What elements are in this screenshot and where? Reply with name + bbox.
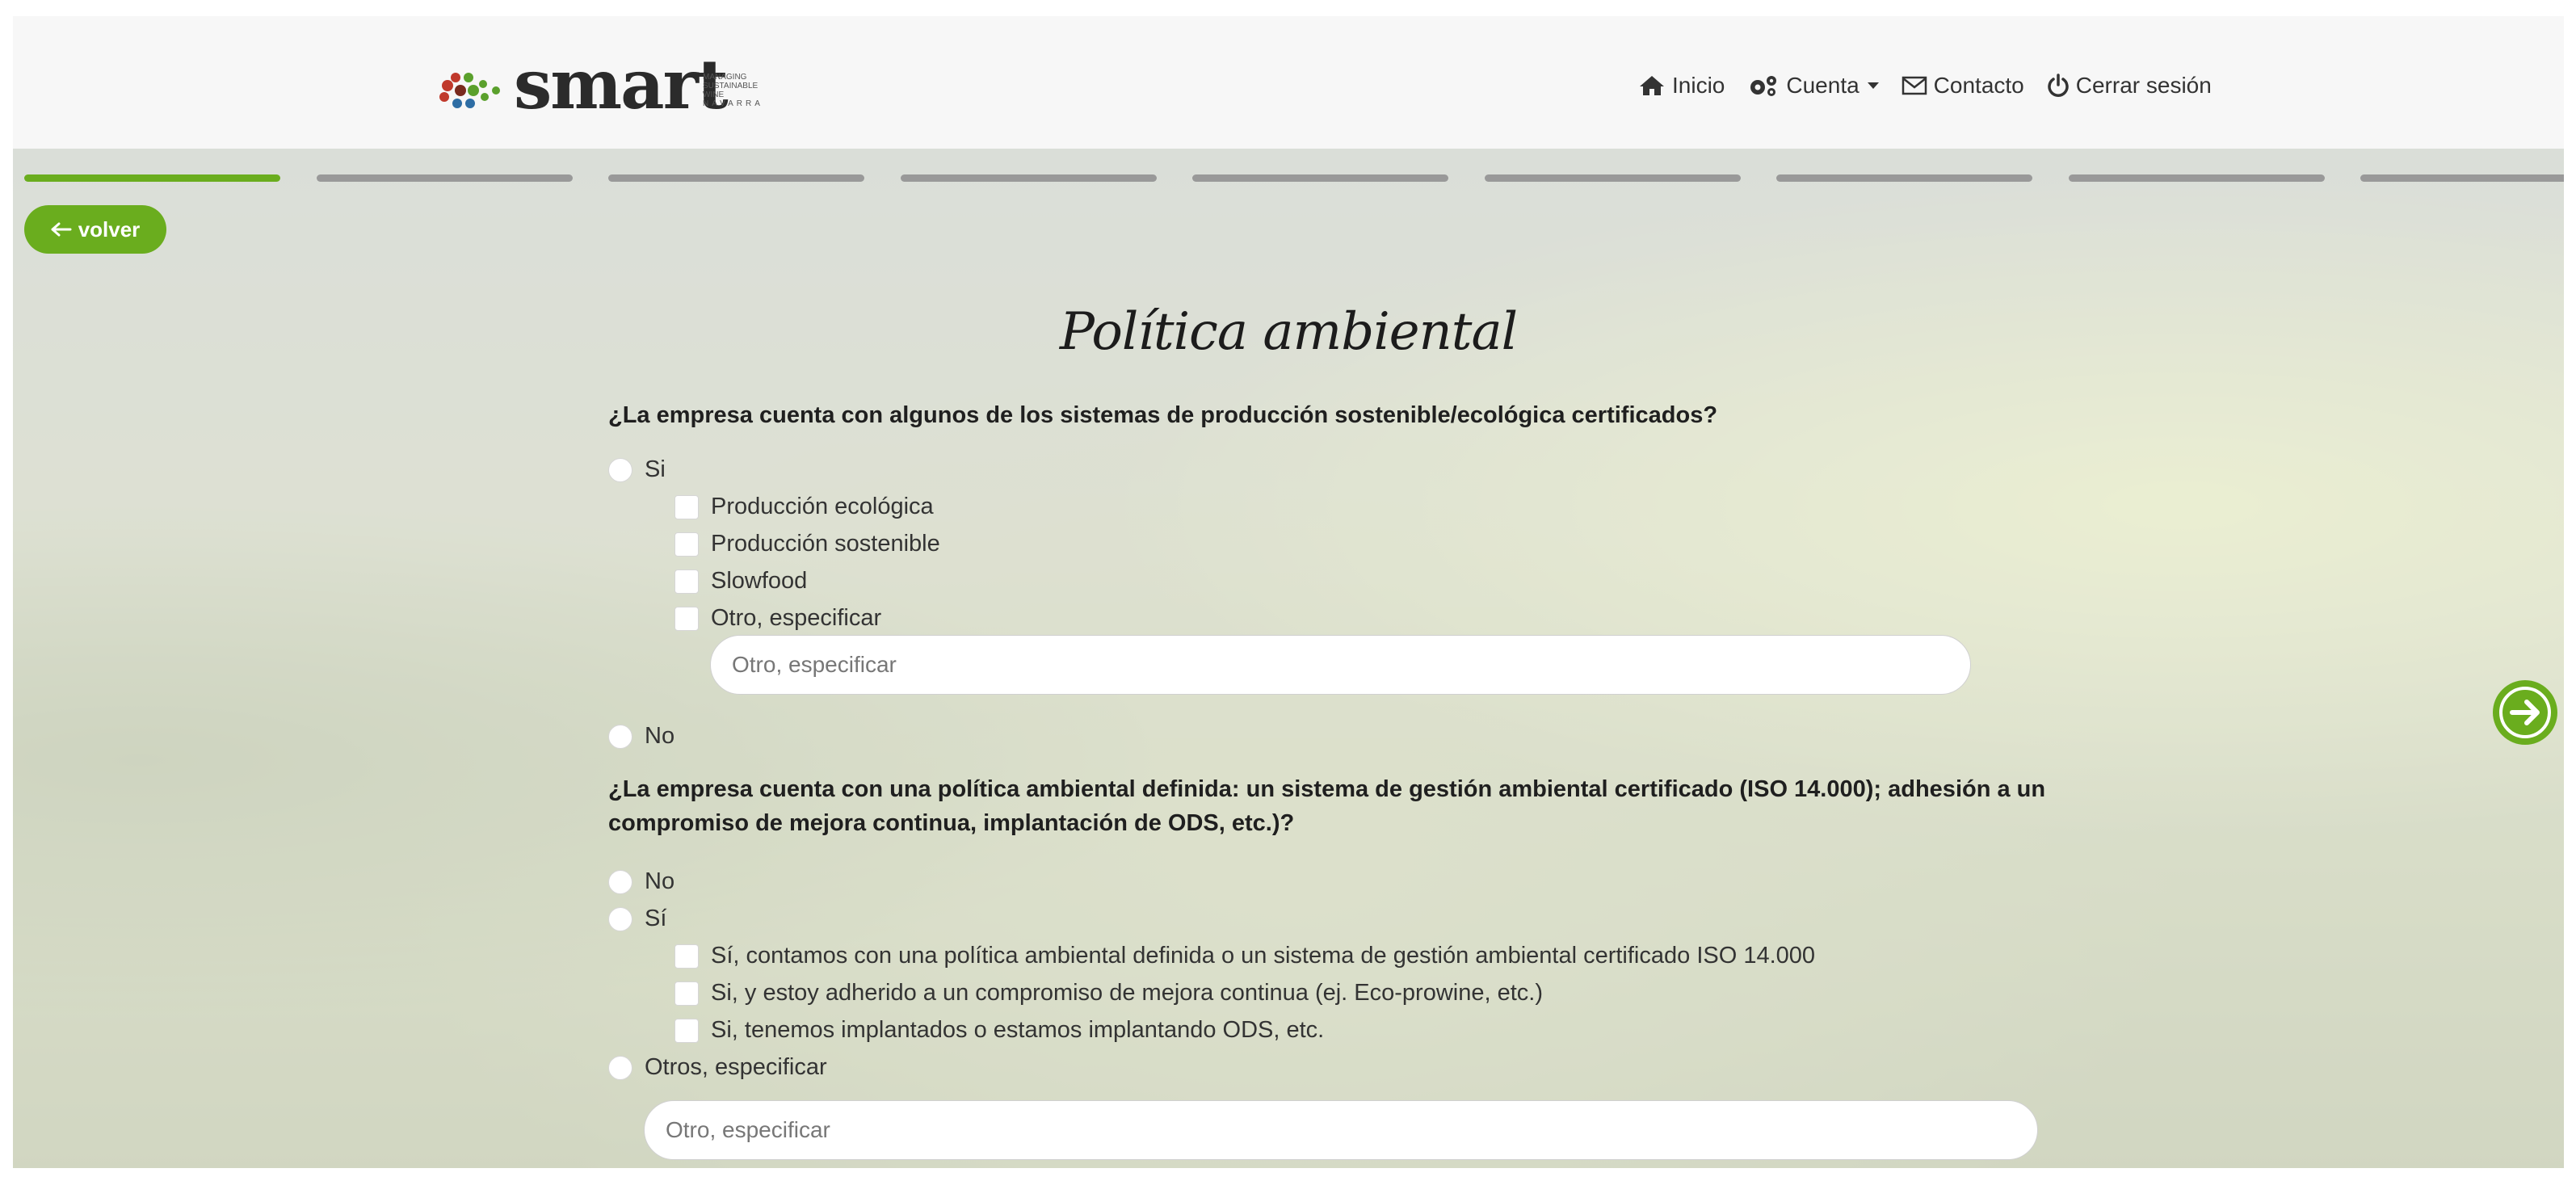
nav-item-cerrar-sesion[interactable]: Cerrar sesión (2047, 73, 2212, 99)
progress-step (2069, 174, 2325, 182)
option-label: Si, tenemos implantados o estamos implan… (711, 1017, 1325, 1043)
option-label: Otro, especificar (711, 605, 882, 631)
form-background: volver Política ambiental ¿La empresa cu… (13, 149, 2564, 1168)
option-label: Si (645, 456, 666, 482)
progress-step-active (24, 174, 280, 182)
radio-button[interactable] (608, 906, 632, 931)
progress-step (1776, 174, 2032, 182)
logo-wordmark: smart (514, 44, 729, 124)
checkbox[interactable] (674, 944, 699, 969)
nav-item-label: Contacto (1933, 73, 2024, 98)
progress-step (317, 174, 573, 182)
q2-option-no[interactable]: No (608, 868, 674, 895)
checkbox[interactable] (674, 494, 699, 519)
option-label: Sí (645, 906, 667, 931)
option-label: Otros, especificar (645, 1054, 827, 1080)
back-button[interactable]: volver (24, 205, 166, 254)
q1-check-slowfood[interactable]: Slowfood (674, 568, 807, 595)
q1-check-produccion-sostenible[interactable]: Producción sostenible (674, 531, 940, 557)
q2-option-si[interactable]: Sí (608, 906, 666, 932)
nav-item-inicio[interactable]: Inicio (1638, 73, 1725, 99)
progress-step (608, 174, 864, 182)
q1-check-produccion-ecologica[interactable]: Producción ecológica (674, 494, 934, 520)
nav-item-label: Inicio (1672, 73, 1725, 98)
arrow-right-circle-icon (2499, 687, 2551, 738)
radio-button[interactable] (608, 1055, 632, 1080)
progress-step (1192, 174, 1448, 182)
checkbox[interactable] (674, 981, 699, 1006)
checkbox[interactable] (674, 606, 699, 631)
nav-item-label: Cuenta (1786, 73, 1860, 98)
option-label: Sí, contamos con una política ambiental … (711, 943, 1816, 969)
app-frame: smart MANAGING SUSTAINABLE WINE NAVARRA … (13, 16, 2564, 1168)
q1-check-otro[interactable]: Otro, especificar (674, 605, 881, 632)
nav-item-label: Cerrar sesión (2075, 73, 2212, 98)
nav-menu: Inicio Cuenta Contacto Cerrar sesión (1638, 63, 2212, 108)
envelope-icon (1902, 76, 1927, 95)
nav-item-cuenta[interactable]: Cuenta (1747, 73, 1879, 99)
top-navbar: smart MANAGING SUSTAINABLE WINE NAVARRA … (13, 16, 2564, 149)
option-label: No (645, 723, 675, 749)
radio-button[interactable] (608, 457, 632, 482)
grape-flower-icon (439, 73, 500, 108)
q1-option-si[interactable]: Si (608, 456, 666, 483)
tagline-line: SUSTAINABLE (703, 82, 759, 90)
q2-other-input[interactable] (644, 1100, 2038, 1160)
tagline-line: NAVARRA (703, 99, 763, 108)
question-text-line: compromiso de mejora continua, implantac… (608, 810, 1295, 836)
q2-check-ods[interactable]: Si, tenemos implantados o estamos implan… (674, 1017, 1324, 1044)
option-label: Slowfood (711, 568, 808, 594)
option-label: Si, y estoy adherido a un compromiso de … (711, 980, 1543, 1006)
smart-logo[interactable]: smart MANAGING SUSTAINABLE WINE NAVARRA (436, 48, 775, 126)
gears-icon (1750, 76, 1777, 96)
checkbox[interactable] (674, 1018, 699, 1043)
tagline-line: MANAGING (703, 73, 747, 82)
question-2: ¿La empresa cuenta con una política ambi… (608, 772, 2045, 840)
next-button[interactable] (2493, 680, 2557, 745)
radio-button[interactable] (608, 869, 632, 894)
progress-step (901, 174, 1157, 182)
home-icon (1640, 76, 1664, 95)
option-label: No (645, 868, 675, 894)
logo-tagline: MANAGING SUSTAINABLE WINE NAVARRA (703, 73, 775, 108)
question-text-line: ¿La empresa cuenta con una política ambi… (608, 776, 2046, 802)
q2-option-otros[interactable]: Otros, especificar (608, 1054, 827, 1081)
checkbox[interactable] (674, 532, 699, 557)
back-button-label: volver (78, 216, 141, 242)
q1-other-input[interactable] (710, 635, 1971, 695)
progress-steps (24, 174, 2564, 183)
power-icon (2048, 74, 2069, 97)
progress-step (2360, 174, 2564, 182)
arrow-left-icon (51, 222, 72, 237)
page-title: Política ambiental (1059, 302, 1518, 362)
radio-button[interactable] (608, 724, 632, 749)
chevron-down-icon (1867, 82, 1879, 89)
q2-check-mejora-continua[interactable]: Si, y estoy adherido a un compromiso de … (674, 980, 1543, 1007)
nav-item-contacto[interactable]: Contacto (1902, 73, 2024, 99)
question-1: ¿La empresa cuenta con algunos de los si… (608, 402, 1718, 428)
option-label: Producción sostenible (711, 531, 940, 557)
q1-option-no[interactable]: No (608, 723, 674, 750)
progress-step (1485, 174, 1741, 182)
tagline-line: WINE (703, 90, 725, 99)
q2-check-iso-14000[interactable]: Sí, contamos con una política ambiental … (674, 943, 1815, 969)
option-label: Producción ecológica (711, 494, 934, 519)
checkbox[interactable] (674, 569, 699, 594)
